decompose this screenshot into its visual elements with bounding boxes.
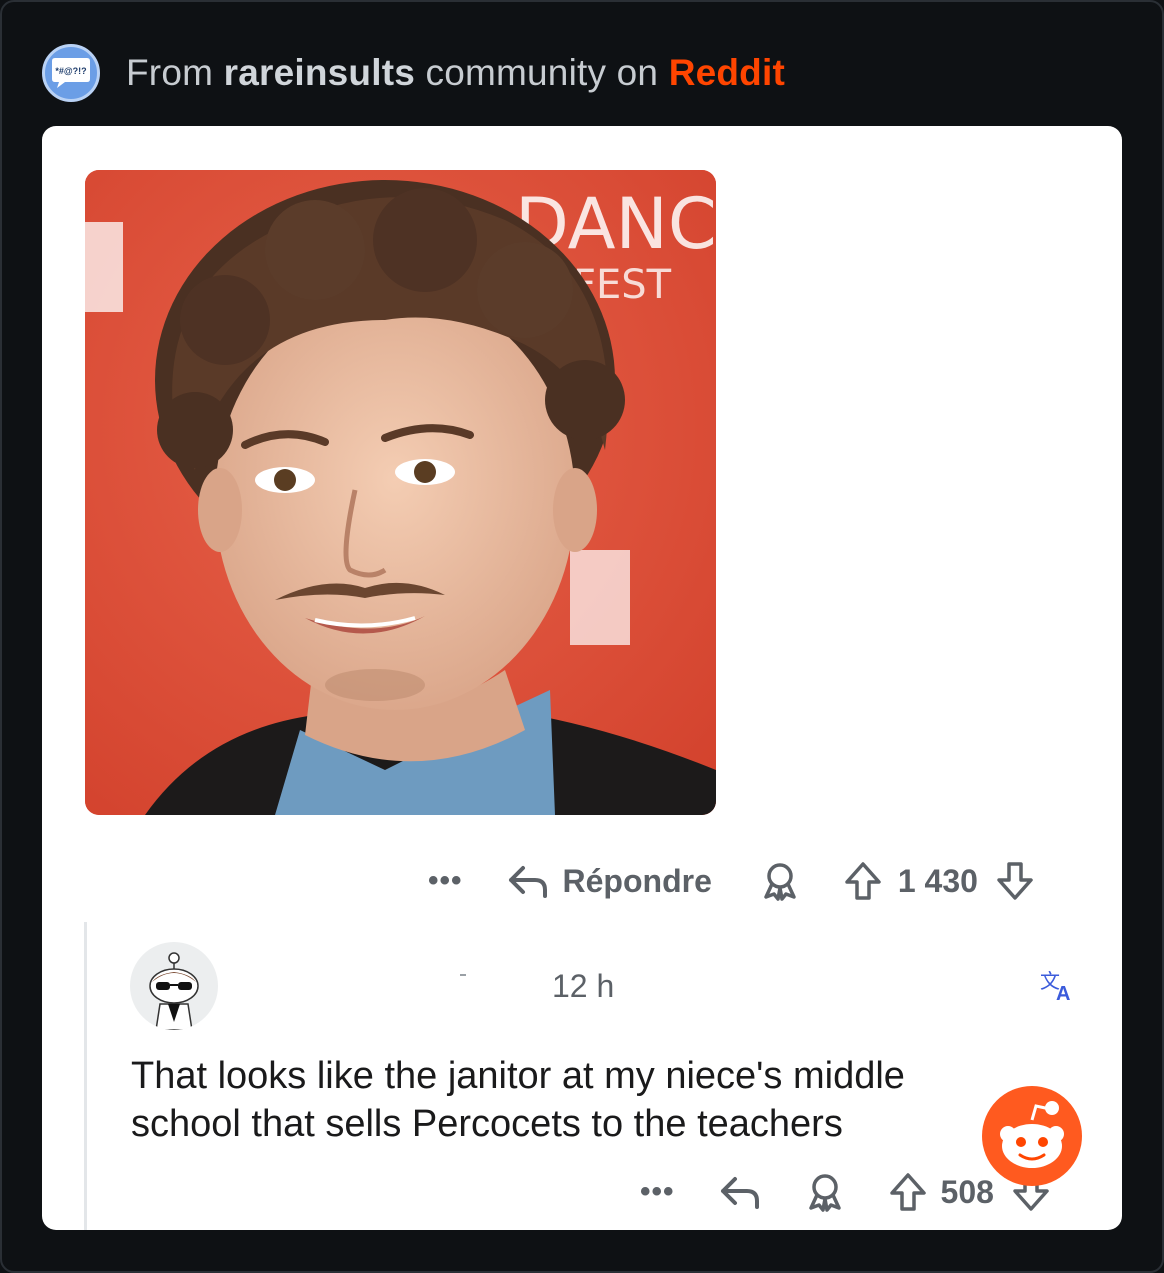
post-image[interactable]: DANC FEST — [85, 170, 716, 815]
post-score: 1 430 — [897, 862, 978, 899]
translate-icon[interactable]: 文 A — [1040, 968, 1076, 1007]
reddit-logo-button[interactable] — [980, 1084, 1084, 1188]
avatar[interactable] — [130, 942, 218, 1030]
award-icon[interactable] — [760, 861, 800, 901]
comment-card: DANC FEST ••• Répondre 1 430 12 h 文 A Th… — [42, 126, 1122, 1230]
reddit-snoo-icon — [982, 1086, 1082, 1186]
snoo-avatar-icon — [149, 952, 199, 1030]
comment-time: 12 h — [552, 968, 615, 1004]
svg-text:A: A — [1056, 983, 1070, 1002]
comment-body: That looks like the janitor at my niece'… — [131, 1055, 905, 1145]
post-action-bar: ••• Répondre 1 430 — [428, 858, 1034, 904]
share-header: *#@?!? From rareinsults community on Red… — [42, 44, 785, 102]
comment-more-button[interactable]: ••• — [640, 1177, 675, 1207]
reply-button[interactable]: Répondre — [563, 863, 712, 900]
thread-line[interactable] — [84, 922, 87, 1230]
community-name[interactable]: rareinsults — [224, 52, 415, 93]
username-redacted — [460, 974, 466, 976]
share-source-text: From rareinsults community on Reddit — [126, 52, 785, 94]
award-icon[interactable] — [805, 1172, 845, 1212]
reply-icon[interactable] — [719, 1173, 761, 1211]
upvote-icon[interactable] — [844, 861, 882, 901]
post-more-button[interactable]: ••• — [428, 866, 463, 896]
reply-icon[interactable] — [507, 862, 549, 900]
header-prefix: From — [126, 52, 224, 93]
header-middle: community on — [415, 52, 669, 93]
community-avatar[interactable]: *#@?!? — [42, 44, 100, 102]
speech-bubble-icon: *#@?!? — [52, 58, 90, 88]
brand-name[interactable]: Reddit — [669, 52, 785, 93]
upvote-icon[interactable] — [889, 1172, 927, 1212]
avatar-glyph: *#@?!? — [55, 66, 86, 76]
portrait-illustration: DANC FEST — [85, 170, 716, 815]
downvote-icon[interactable] — [996, 861, 1034, 901]
